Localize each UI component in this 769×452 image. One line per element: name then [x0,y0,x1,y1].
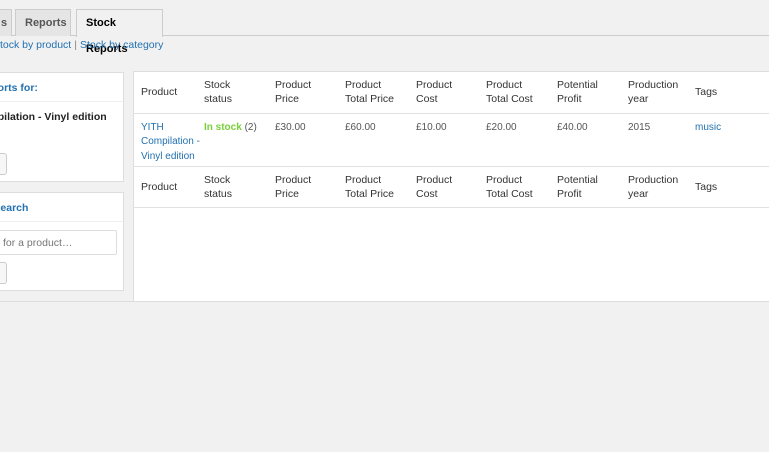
showing-reports-title: g reports for: [0,82,38,94]
col-header-product[interactable]: Product [134,72,204,113]
col-footer-stock-status[interactable]: Stock status [204,166,275,207]
report-sublinks: tock by product | Stock by category [0,39,163,51]
product-search-panel: t Search [0,192,124,291]
tab-previous[interactable]: s [0,9,12,36]
cell-tags: music [695,113,769,166]
col-header-product-total-cost[interactable]: Product Total Cost [486,72,557,113]
selected-product-name: ompilation - Vinyl edition [0,111,107,123]
reset-button[interactable] [0,153,7,175]
search-button[interactable] [0,262,7,284]
cell-product-cost: £10.00 [416,121,447,133]
cell-stock-status: In stock (2) [204,113,275,166]
stock-quantity: (2) [244,121,257,133]
report-tabs: s Reports Stock Reports [0,0,769,55]
showing-reports-panel: g reports for: ompilation - Vinyl editio… [0,72,124,182]
cell-product-total-cost: £20.00 [486,121,517,133]
table-footer-row: Product Stock status Product Price Product… [134,166,769,207]
product-link[interactable]: YITH Compilation - Vinyl edition [141,122,200,162]
cell-production-year: 2015 [628,121,651,133]
col-header-product-price[interactable]: Product Price [275,72,345,113]
tab-reports[interactable]: Reports [15,9,71,36]
col-footer-product-total-price[interactable]: Product Total Price [345,166,416,207]
tab-stock-reports[interactable]: Stock Reports [76,9,163,55]
product-search-title: t Search [0,202,29,214]
col-footer-potential-profit[interactable]: Potential Profit [557,166,628,207]
stock-by-category-link[interactable]: Stock by category [80,39,163,51]
col-footer-product-total-cost[interactable]: Product Total Cost [486,166,557,207]
cell-product-price: £30.00 [275,121,306,133]
panel-header: g reports for: [0,73,123,102]
content-divider [0,301,769,302]
col-header-stock-status[interactable]: Stock status [204,72,275,113]
col-footer-tags[interactable]: Tags [695,166,769,207]
in-stock-label: In stock [204,121,242,133]
cell-product: YITH Compilation - Vinyl edition [134,113,204,166]
stock-report-table-panel: Product Stock status Product Price Product… [133,71,769,302]
table-header-row: Product Stock status Product Price Product… [134,72,769,113]
stock-report-table: Product Stock status Product Price Product… [134,72,769,208]
product-search-input[interactable] [0,230,117,255]
col-header-product-total-price[interactable]: Product Total Price [345,72,416,113]
panel-header: t Search [0,193,123,222]
col-header-production-year[interactable]: Production year [628,72,695,113]
col-header-tags[interactable]: Tags [695,72,769,113]
cell-potential-profit: £40.00 [557,121,588,133]
col-footer-product-cost[interactable]: Product Cost [416,166,486,207]
stock-by-product-link[interactable]: tock by product [0,39,71,51]
col-footer-production-year[interactable]: Production year [628,166,695,207]
cell-product-total-price: £60.00 [345,121,376,133]
col-header-product-cost[interactable]: Product Cost [416,72,486,113]
col-footer-product-price[interactable]: Product Price [275,166,345,207]
col-header-potential-profit[interactable]: Potential Profit [557,72,628,113]
col-footer-product[interactable]: Product [134,166,204,207]
tag-link[interactable]: music [695,122,721,133]
sublink-separator: | [74,39,77,51]
table-row: YITH Compilation - Vinyl edition In stock … [134,113,769,166]
